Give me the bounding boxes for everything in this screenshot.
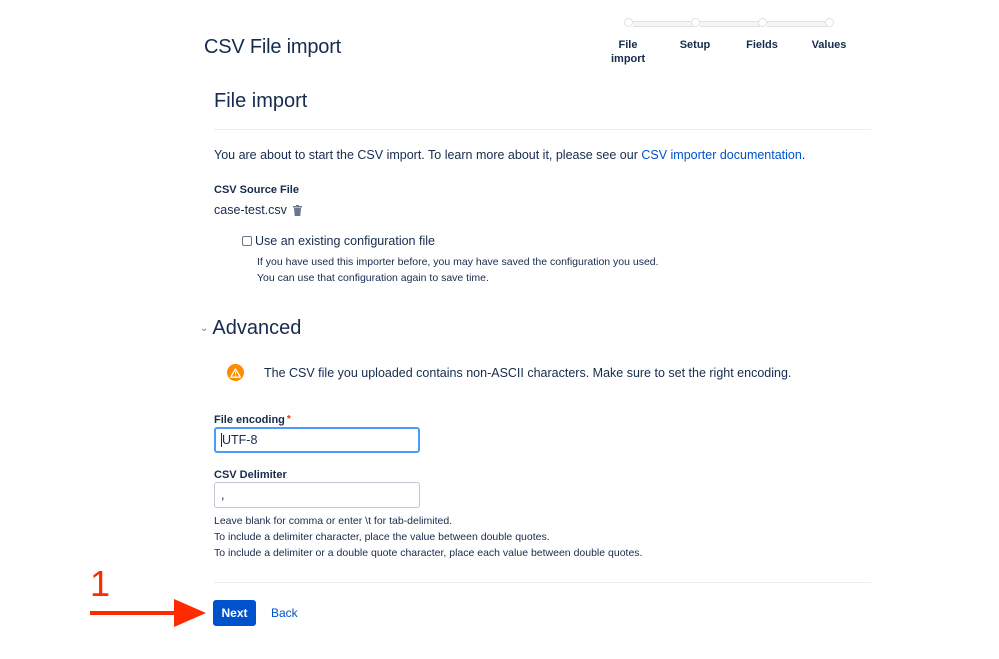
tracker-connector	[767, 21, 827, 27]
use-existing-config-label[interactable]: Use an existing configuration file	[255, 234, 435, 248]
tracker-connector	[633, 21, 693, 27]
warning-icon	[227, 364, 244, 381]
required-mark: *	[286, 414, 291, 425]
csv-source-file-label: CSV Source File	[214, 184, 299, 196]
tracker-label-setup: Setup	[679, 39, 711, 51]
tracker-node-values	[825, 18, 834, 27]
section-divider	[214, 129, 871, 130]
file-encoding-label: File encoding *	[214, 414, 291, 426]
tracker-label-file-import: File import	[611, 39, 646, 65]
chevron-down-icon[interactable]: ⌄	[200, 323, 208, 334]
tracker-connector	[700, 21, 760, 27]
use-existing-config-checkbox[interactable]	[242, 236, 252, 246]
back-button[interactable]: Back	[271, 600, 298, 626]
progress-tracker: File import Setup Fields Values	[600, 14, 860, 74]
source-file-row: case-test.csv	[214, 203, 302, 217]
tracker-label-values: Values	[811, 39, 847, 51]
actions-divider	[214, 582, 871, 583]
trash-icon[interactable]	[292, 204, 302, 216]
tracker-label-fields: Fields	[746, 39, 778, 51]
advanced-toggle[interactable]: ⌄ Advanced	[200, 317, 301, 340]
file-encoding-label-text: File encoding	[214, 414, 285, 426]
tracker-node-file-import	[624, 18, 633, 27]
config-help-text: If you have used this importer before, y…	[257, 254, 659, 286]
annotation-arrow-icon	[90, 599, 206, 627]
file-encoding-value: UTF-8	[222, 433, 258, 447]
delimiter-help-line: To include a delimiter or a double quote…	[214, 547, 643, 559]
csv-delimiter-value: ,	[221, 488, 225, 502]
warning-text: The CSV file you uploaded contains non-A…	[264, 365, 792, 380]
config-help-line: If you have used this importer before, y…	[257, 256, 659, 268]
config-help-line: You can use that configuration again to …	[257, 272, 489, 284]
tracker-node-setup	[691, 18, 700, 27]
delimiter-help-line: Leave blank for comma or enter \t for ta…	[214, 515, 453, 527]
use-existing-config-row[interactable]: Use an existing configuration file	[242, 234, 435, 248]
advanced-title[interactable]: Advanced	[212, 317, 301, 340]
csv-delimiter-input[interactable]: ,	[214, 482, 420, 508]
csv-delimiter-label: CSV Delimiter	[214, 469, 287, 481]
csv-importer-documentation-link[interactable]: CSV importer documentation	[641, 148, 802, 162]
intro-text: You are about to start the CSV import. T…	[214, 148, 805, 162]
intro-text-suffix: .	[801, 148, 806, 162]
delimiter-help-text: Leave blank for comma or enter \t for ta…	[214, 513, 642, 561]
encoding-warning: The CSV file you uploaded contains non-A…	[227, 364, 791, 381]
page-title: CSV File import	[204, 36, 342, 58]
tracker-node-fields	[758, 18, 767, 27]
next-button[interactable]: Next	[213, 600, 256, 626]
section-title-file-import: File import	[214, 90, 308, 112]
intro-text-body: You are about to start the CSV import. T…	[214, 148, 642, 162]
source-file-name: case-test.csv	[214, 203, 287, 217]
delimiter-help-line: To include a delimiter character, place …	[214, 531, 550, 543]
file-encoding-input[interactable]: UTF-8	[214, 427, 420, 453]
